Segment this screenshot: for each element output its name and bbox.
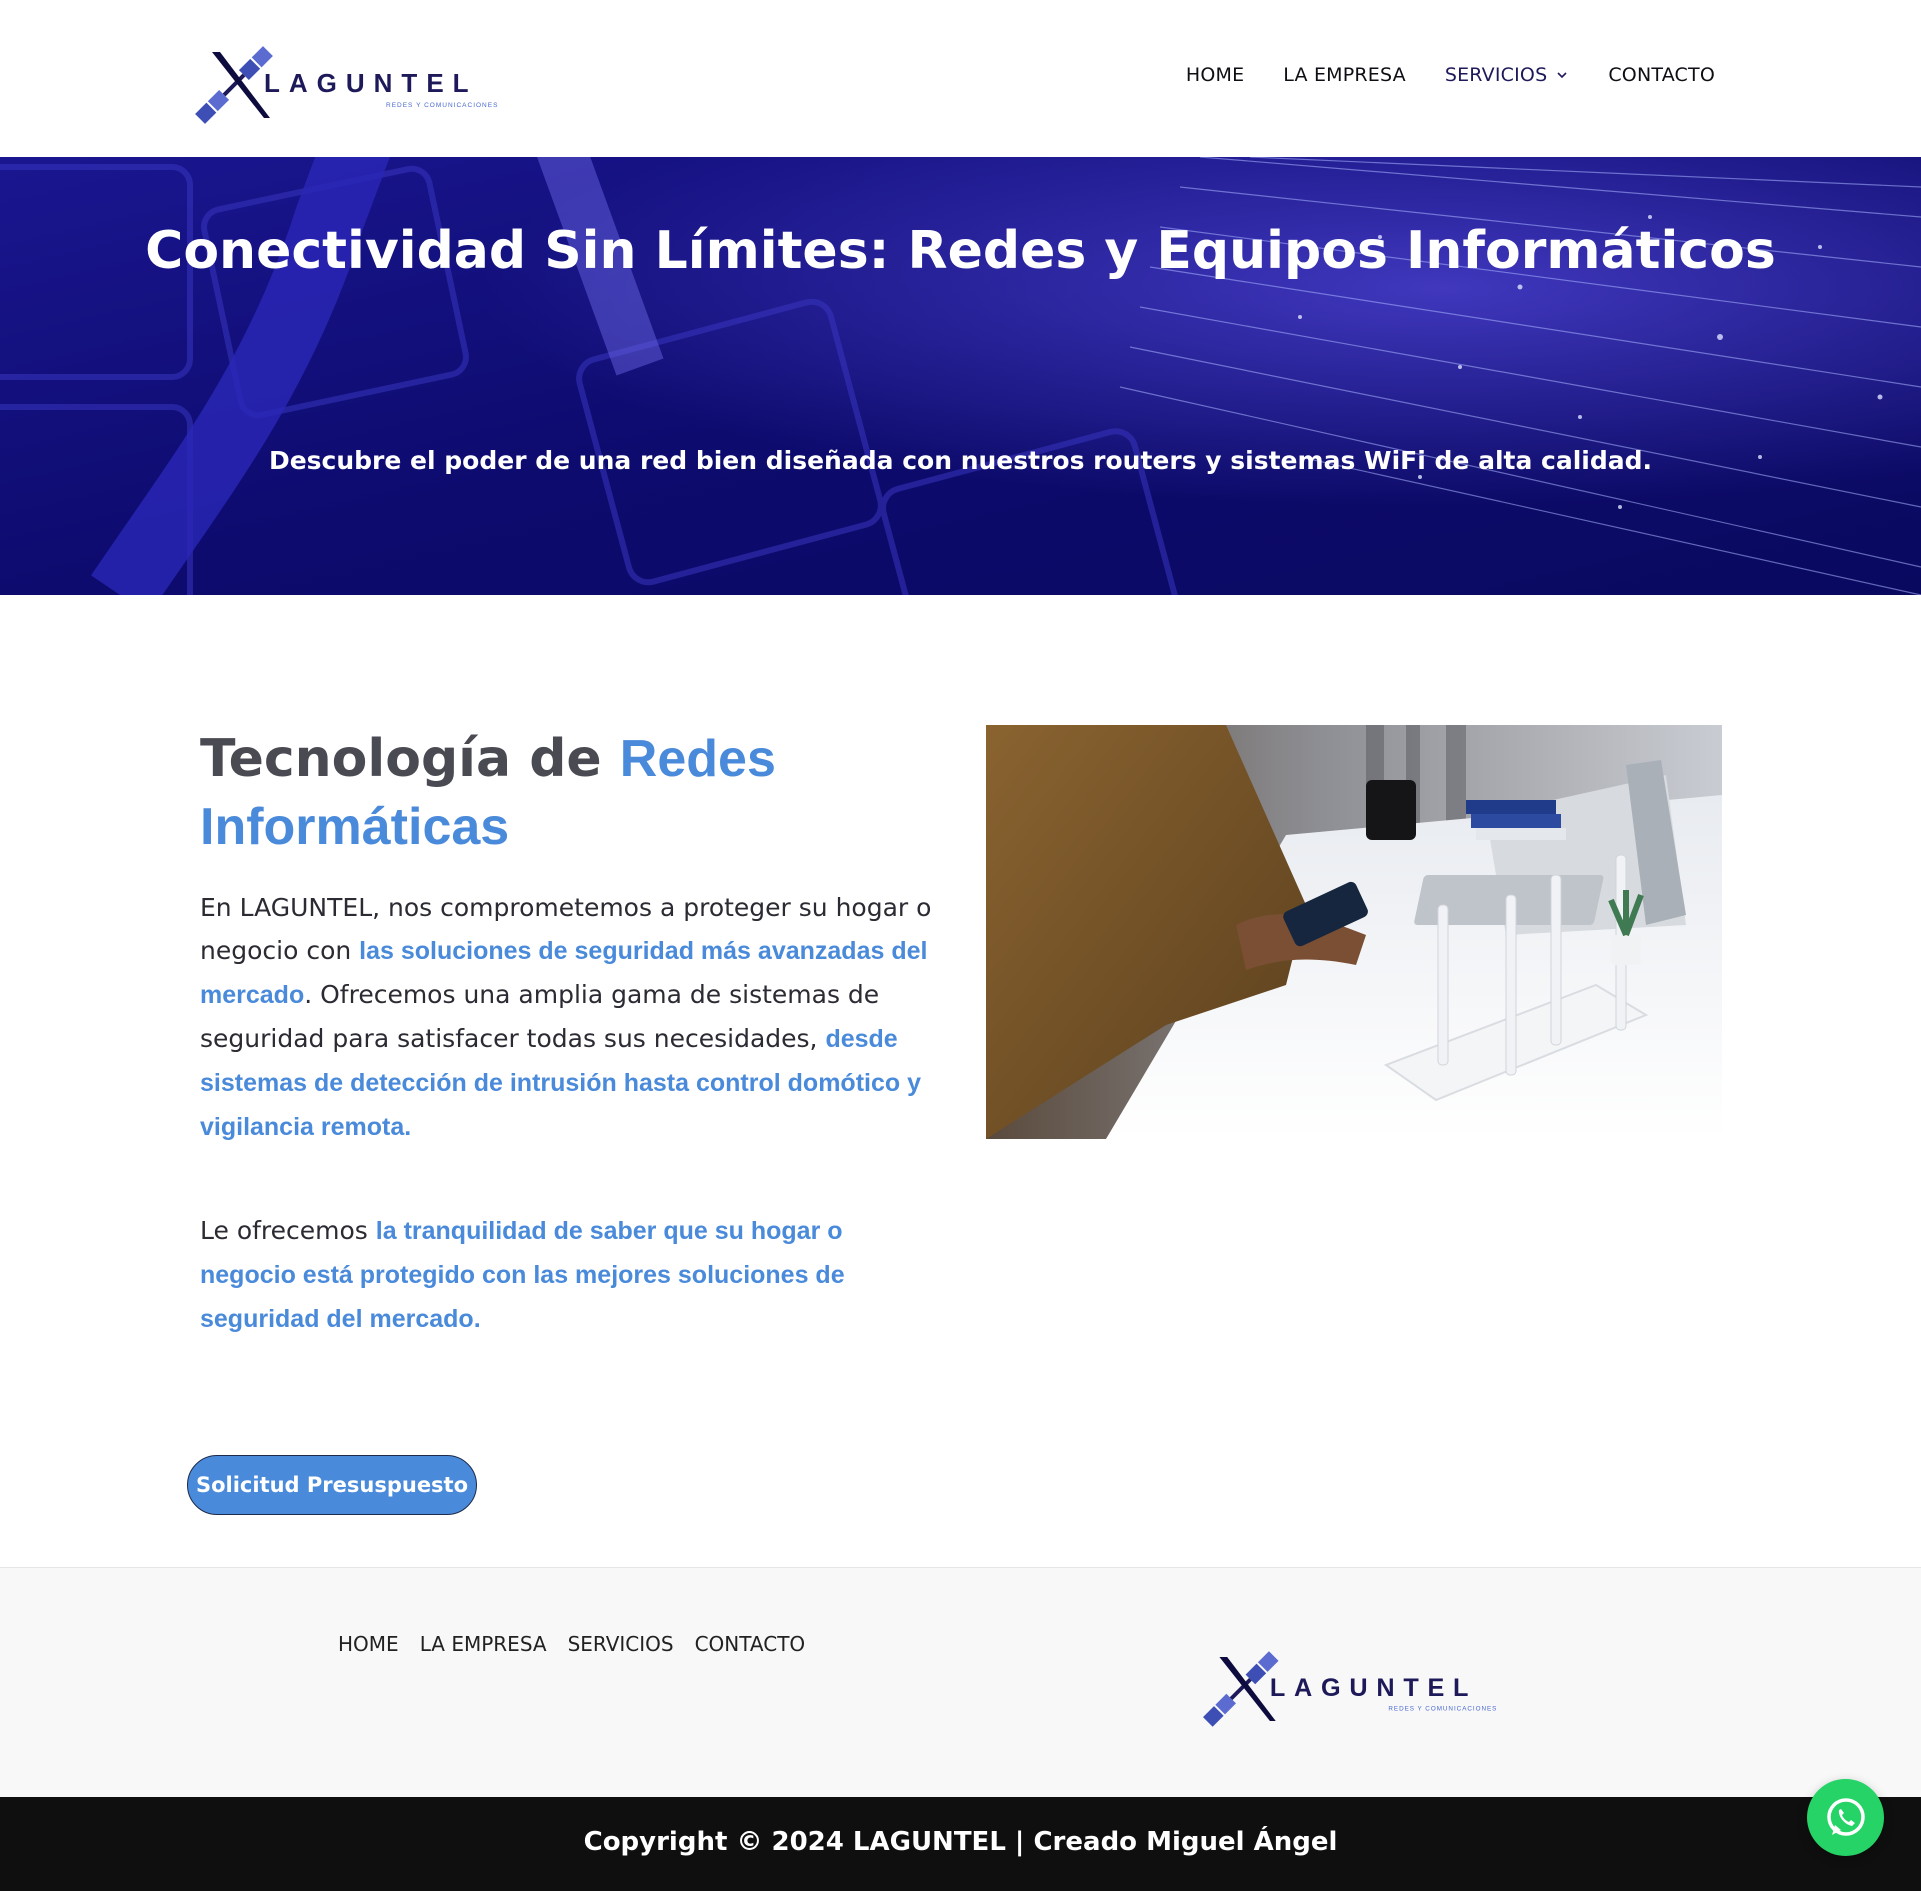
- hero-banner: Conectividad Sin Límites: Redes y Equipo…: [0, 157, 1921, 595]
- nav-item-servicios[interactable]: SERVICIOS: [1445, 64, 1570, 86]
- footer-logo[interactable]: LAGUNTEL REDES Y COMUNICACIONES: [1200, 1645, 1535, 1733]
- nav-item-label: CONTACTO: [1608, 64, 1715, 86]
- nav-item-label: LA EMPRESA: [1283, 64, 1406, 86]
- section-heading-plain: Tecnología de: [200, 729, 620, 789]
- footer-link-la-empresa[interactable]: LA EMPRESA: [420, 1632, 547, 1656]
- offer-text: Le ofrecemos: [200, 1216, 376, 1245]
- svg-text:REDES Y COMUNICACIONES: REDES Y COMUNICACIONES: [386, 102, 498, 109]
- footer-nav: HOME LA EMPRESA SERVICIOS CONTACTO: [338, 1632, 805, 1656]
- chevron-down-icon: [1557, 72, 1567, 79]
- nav-item-label: SERVICIOS: [1444, 64, 1548, 86]
- footer-link-home[interactable]: HOME: [338, 1632, 399, 1656]
- hero-subtitle: Descubre el poder de una red bien diseña…: [268, 446, 1653, 475]
- intro-paragraph: En LAGUNTEL, nos comprometemos a protege…: [200, 886, 940, 1149]
- nav-item-contacto[interactable]: CONTACTO: [1608, 64, 1715, 86]
- router-photo: [986, 725, 1722, 1139]
- whatsapp-icon: [1826, 1797, 1865, 1836]
- request-quote-button[interactable]: Solicitud Presuspuesto: [187, 1455, 477, 1515]
- nav-item-la-empresa[interactable]: LA EMPRESA: [1283, 64, 1406, 86]
- copyright-text: Copyright © 2024 LAGUNTEL | Creado Migue…: [583, 1827, 1338, 1857]
- hero-title: Conectividad Sin Límites: Redes y Equipo…: [145, 221, 1776, 281]
- site-footer: HOME LA EMPRESA SERVICIOS CONTACTO: [0, 1567, 1921, 1797]
- nav-item-label: HOME: [1185, 64, 1245, 86]
- svg-text:LAGUNTEL: LAGUNTEL: [1270, 1674, 1477, 1702]
- whatsapp-chat-button[interactable]: [1807, 1779, 1884, 1856]
- nav-item-home[interactable]: HOME: [1186, 64, 1244, 86]
- svg-text:REDES Y COMUNICACIONES: REDES Y COMUNICACIONES: [1388, 1705, 1497, 1712]
- offer-paragraph: Le ofrecemos la tranquilidad de saber qu…: [200, 1209, 940, 1341]
- site-header: LAGUNTEL REDES Y COMUNICACIONES HOME LA …: [0, 0, 1921, 157]
- footer-link-servicios[interactable]: SERVICIOS: [568, 1632, 674, 1656]
- footer-link-contacto[interactable]: CONTACTO: [695, 1632, 806, 1656]
- copyright-bar: Copyright © 2024 LAGUNTEL | Creado Migue…: [0, 1797, 1921, 1891]
- section-heading: Tecnología de Redes Informáticas: [200, 725, 960, 861]
- main-nav: HOME LA EMPRESA SERVICIOS CONTACTO: [1186, 64, 1715, 86]
- svg-text:LAGUNTEL: LAGUNTEL: [264, 68, 478, 98]
- laguntel-logo[interactable]: LAGUNTEL REDES Y COMUNICACIONES: [192, 40, 537, 130]
